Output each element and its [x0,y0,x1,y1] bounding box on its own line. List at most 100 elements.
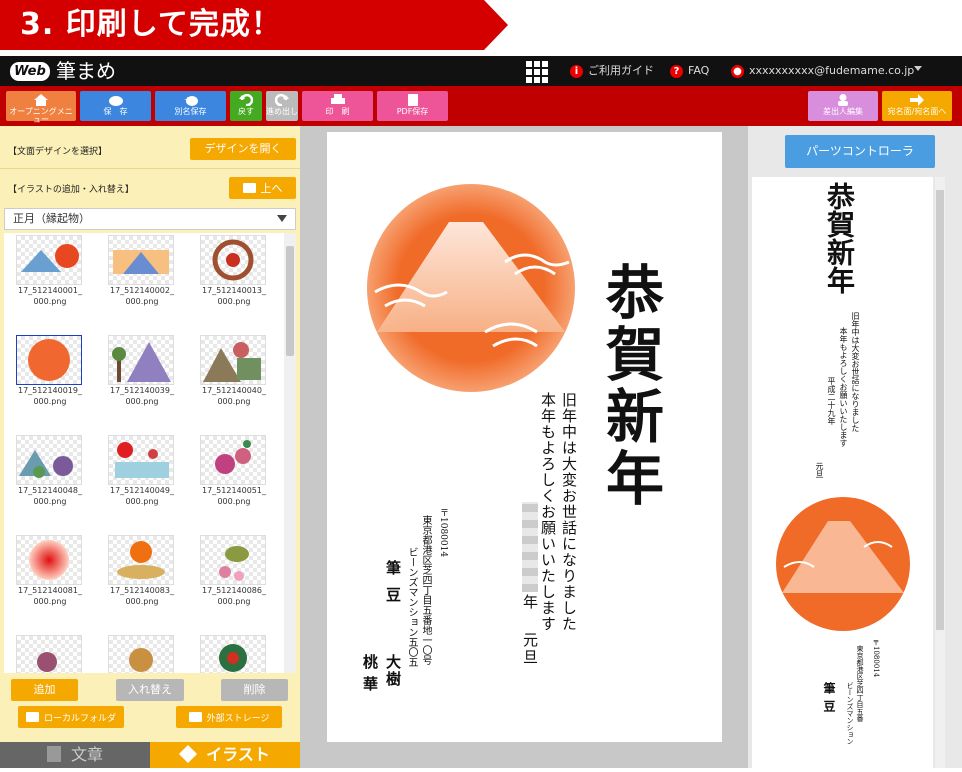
user-menu[interactable]: ● xxxxxxxxxx@fudemame.co.jp [731,56,914,86]
tab-text[interactable]: 文章 [0,742,150,768]
name-2-a[interactable]: 大樹 [384,654,402,688]
undo-button[interactable]: 戻す [230,91,262,121]
illustration-item[interactable]: 17_512140086_ 000.png [188,533,280,633]
illustration-item[interactable]: 17_512140039_ 000.png [96,333,188,433]
folder-icon [25,712,39,722]
local-folder-button[interactable]: ローカルフォルダ [18,706,124,728]
name-1-family[interactable]: 筆 [384,560,402,575]
name-2-b[interactable]: 桃 [361,654,379,669]
address-side-button[interactable]: 宛名面/宛名面へ [882,91,952,121]
open-design-button[interactable]: デザインを開く [190,138,296,160]
up-folder-button[interactable]: 上へ [229,177,296,199]
postal-code[interactable]: 〒1080014 [438,508,448,557]
logo-web: Web [10,62,50,81]
preview-line-4: 元旦 [815,462,824,478]
undo-icon [239,94,253,106]
address-line-1[interactable]: 東京都港区芝四丁目五番地一〇号 [419,515,431,665]
illustration-thumbnail [16,435,82,485]
illustration-thumbnail [108,535,174,585]
illustration-thumbnail [108,435,174,485]
illustration-thumbnail [16,535,82,585]
save-as-button[interactable]: + 別名保存 [155,91,226,121]
apps-grid-icon[interactable] [526,61,548,83]
redo-icon [275,94,289,106]
guide-label: ご利用ガイド [588,64,654,77]
pdf-save-button[interactable]: PDF保存 [377,91,448,121]
home-icon [34,94,48,106]
save-button[interactable]: 保 存 [80,91,151,121]
message-line-1[interactable]: 旧年中は大変お世話になりました [560,392,578,632]
illustration-item[interactable] [188,633,280,673]
illustration-item[interactable]: 17_512140048_ 000.png [4,433,96,533]
message-line-2[interactable]: 本年もよろしくお願いいたします [539,392,557,632]
illustration-item[interactable]: 17_512140013_ 000.png [188,233,280,333]
illustration-filename: 17_512140001_ 000.png [18,286,82,306]
folder-icon [242,183,256,193]
local-folder-label: ローカルフォルダ [43,713,116,724]
external-storage-button[interactable]: 外部ストレージ [176,706,282,728]
illustration-item[interactable] [4,633,96,673]
guide-link[interactable]: i ご利用ガイド [570,56,654,86]
chevron-down-icon[interactable] [277,215,287,222]
preview-scrollbar-thumb[interactable] [936,190,944,630]
design-section-label: 【文面デザインを選択】 [8,147,108,157]
faq-link[interactable]: ? FAQ [670,56,709,86]
illustration-item[interactable]: 17_512140002_ 000.png [96,233,188,333]
category-select[interactable]: 正月（縁起物） [4,208,296,230]
illustration-thumbnail [108,635,174,673]
name-1-given[interactable]: 豆 [384,587,402,602]
illustration-item-selected[interactable]: 17_512140019_ 000.png [4,333,96,433]
illustration-item[interactable]: 17_512140001_ 000.png [4,233,96,333]
illustration-item[interactable]: 17_512140040_ 000.png [188,333,280,433]
preview-line-2: 本年もよろしくお願いいたします [839,327,848,447]
illustration-filename: 17_512140019_ 000.png [18,386,82,406]
greeting-calligraphy[interactable]: 恭賀新年 [595,262,665,510]
postcard-canvas[interactable]: 恭賀新年 旧年中は大変お世話になりました 本年もよろしくお願いいたします 年 元… [327,132,722,742]
illustration-thumbnail [200,435,266,485]
up-label: 上へ [260,182,283,195]
name-2-c[interactable]: 華 [361,676,379,691]
delete-button[interactable]: 削除 [221,679,288,701]
sender-edit-button[interactable]: 差出人編集 [808,91,878,121]
illustration-thumbnail [16,635,82,673]
illustration-filename: 17_512140086_ 000.png [202,586,266,606]
add-button[interactable]: 追加 [11,679,78,701]
illustration-thumbnail [16,235,82,285]
illustration-item[interactable]: 17_512140083_ 000.png [96,533,188,633]
sun-fuji-illustration[interactable] [365,182,577,394]
tab-illustration[interactable]: イラスト [150,742,300,768]
preview-name: 筆豆 [822,682,836,718]
illustration-filename: 17_512140051_ 000.png [202,486,266,506]
address-line-2[interactable]: ビーンズマンション五〇五 [405,547,417,667]
redo-button[interactable]: 進め出し [266,91,298,121]
step-title: 3. 印刷して完成！ [20,7,282,42]
illust-section-label: 【イラストの追加・入れ替え】 [8,185,134,195]
preview-postal: 〒1080014 [872,639,880,678]
svg-text:+: + [184,95,191,104]
illustration-thumbnail [108,235,174,285]
replace-button[interactable]: 入れ替え [116,679,184,701]
tab-illustration-label: イラスト [206,745,270,764]
parts-controller-button[interactable]: パーツコントローラ [785,135,935,168]
cloud-save-icon [108,96,123,106]
preview-address-2: ビーンズマンション [846,682,854,745]
print-button[interactable]: 印 刷 [302,91,373,121]
illustration-item[interactable]: 17_512140051_ 000.png [188,433,280,533]
preview-line-1: 旧年中は大変お世話になりました [851,312,860,432]
user-email: xxxxxxxxxx@fudemame.co.jp [749,64,915,77]
tab-text-label: 文章 [70,745,103,764]
user-icon: ● [731,64,744,78]
external-storage-label: 外部ストレージ [206,713,270,724]
illustration-item[interactable]: 17_512140081_ 000.png [4,533,96,633]
date-label[interactable]: 元旦 [521,632,539,666]
year-char[interactable]: 年 [521,594,539,609]
opening-menu-button[interactable]: オープニングメニュー [6,91,76,124]
chevron-down-icon[interactable] [914,66,922,71]
faq-label: FAQ [688,64,710,77]
illustration-item[interactable] [96,633,188,673]
preview-greeting: 恭賀新年 [823,182,856,294]
scrollbar-thumb[interactable] [286,246,294,356]
illustration-item[interactable]: 17_512140049_ 000.png [96,433,188,533]
illustration-thumbnail [200,635,266,673]
document-icon [46,746,61,762]
